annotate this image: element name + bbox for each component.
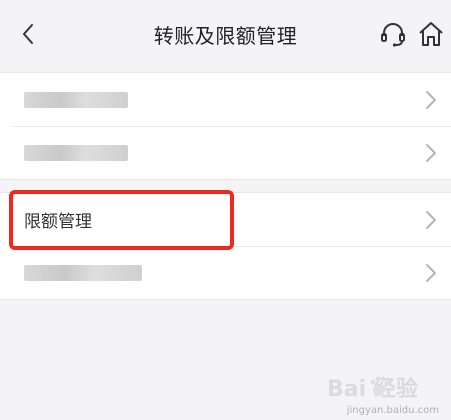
menu-row-limit-management[interactable]: 限额管理 — [0, 193, 451, 246]
headset-icon — [381, 23, 405, 47]
watermark-url: jingyan.baidu.com — [346, 405, 439, 416]
support-button[interactable] — [375, 16, 411, 52]
watermark-brand: Bai 经验 — [327, 376, 418, 402]
menu-group-1 — [0, 72, 451, 180]
menu-row[interactable] — [0, 73, 451, 126]
menu-group-2: 限额管理 — [0, 192, 451, 300]
back-button[interactable] — [10, 16, 46, 52]
home-icon — [419, 22, 443, 46]
paw-icon — [370, 376, 390, 395]
redacted-label — [24, 91, 128, 108]
redacted-label — [24, 264, 142, 281]
chevron-right-icon — [426, 210, 436, 229]
chevron-right-icon — [426, 263, 436, 282]
chevron-left-icon — [23, 24, 33, 44]
chevron-right-icon — [426, 143, 436, 162]
home-button[interactable] — [413, 16, 449, 52]
menu-row[interactable] — [0, 126, 451, 179]
menu-row-label: 限额管理 — [24, 212, 92, 232]
chevron-right-icon — [426, 90, 436, 109]
menu-row[interactable] — [0, 246, 451, 299]
nav-bar: 转账及限额管理 — [0, 0, 451, 70]
redacted-label — [24, 144, 128, 161]
